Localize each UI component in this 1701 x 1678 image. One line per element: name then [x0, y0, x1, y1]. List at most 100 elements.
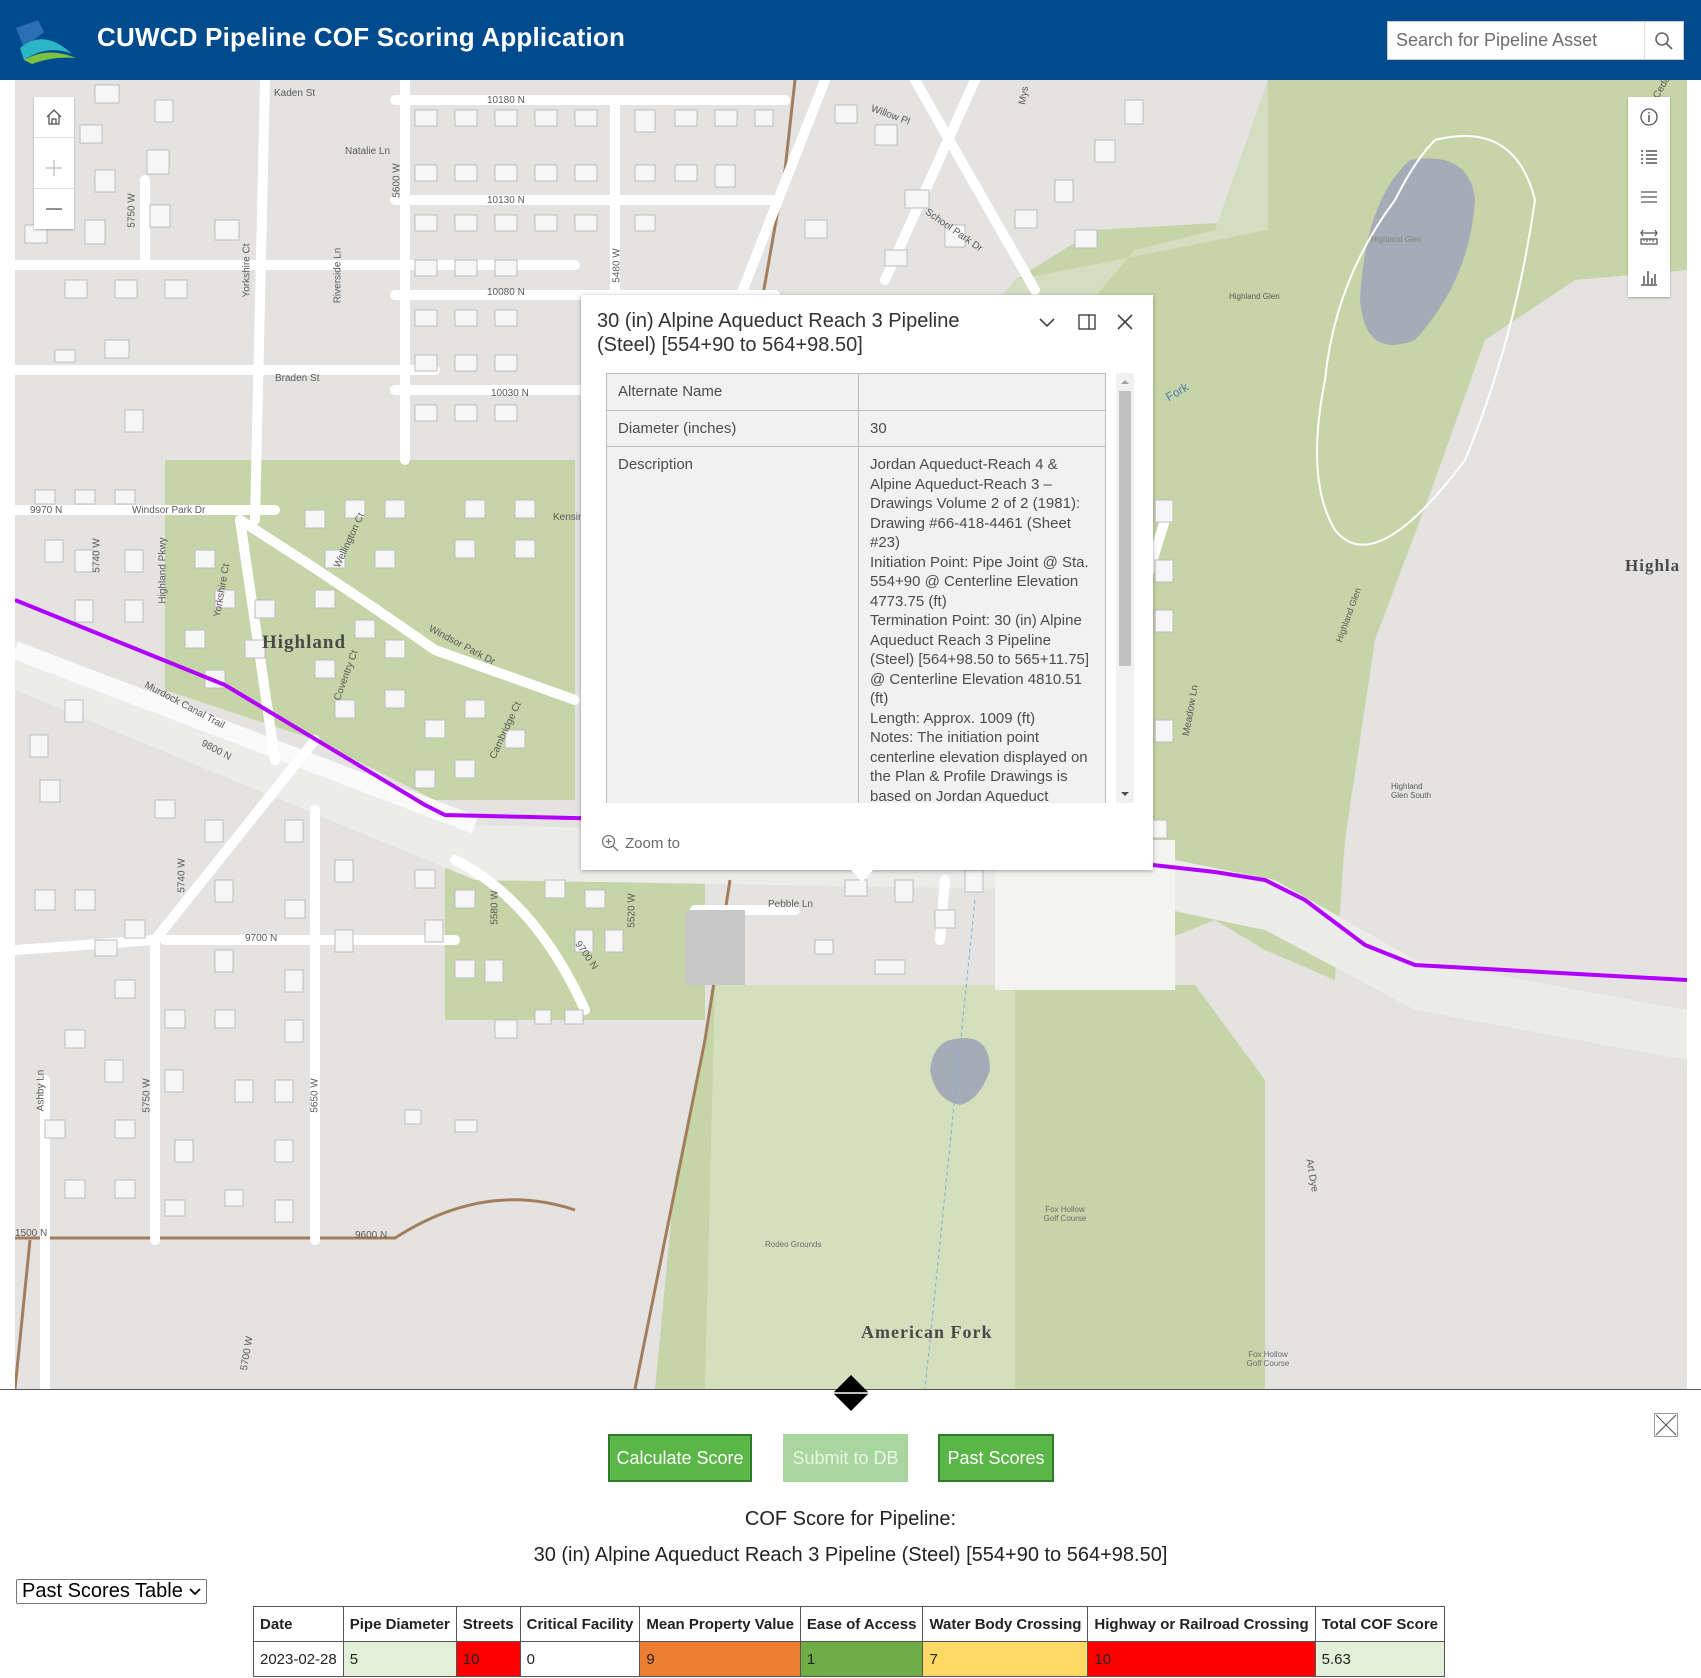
street-label: 9600 N — [355, 1230, 388, 1241]
street-label: 10030 N — [491, 388, 529, 399]
street-label: Windsor Park Dr — [132, 505, 206, 516]
chart-button[interactable] — [1628, 257, 1670, 297]
street-label: 9970 N — [30, 505, 63, 516]
table-cell: 9 — [639, 1641, 801, 1677]
panel-resize-handle[interactable] — [831, 1373, 871, 1413]
table-cell: 10 — [1087, 1641, 1316, 1677]
attribute-value — [858, 373, 1106, 411]
search-input[interactable] — [1388, 22, 1646, 59]
map-zoom-controls — [34, 97, 74, 229]
column-header: Pipe Diameter — [342, 1606, 457, 1642]
scroll-down-icon — [1121, 792, 1129, 796]
app-title: CUWCD Pipeline COF Scoring Application — [97, 22, 626, 52]
street-label: Highland Pkwy — [157, 537, 169, 604]
attribute-key: Diameter (inches) — [606, 409, 859, 447]
street-label: Kensin — [553, 512, 584, 523]
street-label: 1500 N — [15, 1228, 48, 1239]
street-label: Highland Glen — [1229, 292, 1280, 301]
attribute-value: Jordan Aqueduct-Reach 4 & Alpine Aqueduc… — [858, 446, 1106, 803]
search-box[interactable] — [1387, 21, 1684, 60]
layer-list-button[interactable] — [1628, 177, 1670, 217]
popup-close-button[interactable] — [1112, 309, 1138, 335]
street-label: Braden St — [275, 373, 320, 384]
popup-attribute-table: Alternate Name Diameter (inches) 30 Desc… — [606, 373, 1106, 803]
column-header: Ease of Access — [799, 1606, 924, 1642]
street-label: Pebble Ln — [768, 899, 814, 910]
place-label-american-fork: American Fork — [861, 1322, 993, 1342]
search-button[interactable] — [1644, 22, 1683, 59]
attribute-value: 30 — [858, 409, 1106, 447]
scroll-up-icon — [1121, 380, 1129, 384]
feature-popup: 30 (in) Alpine Aqueduct Reach 3 Pipeline… — [581, 295, 1153, 882]
zoom-gap — [34, 138, 74, 148]
info-icon — [1640, 108, 1658, 126]
street-label: 5600 W — [391, 163, 403, 198]
plus-icon — [46, 160, 62, 176]
info-button[interactable] — [1628, 97, 1670, 137]
table-cell: 1 — [799, 1641, 924, 1677]
app-header: CUWCD Pipeline COF Scoring Application — [0, 0, 1701, 80]
street-label: 9700 N — [245, 933, 278, 944]
dock-icon — [1078, 314, 1096, 330]
submit-to-db-button[interactable]: Submit to DB — [783, 1434, 908, 1482]
zoom-in-icon — [601, 834, 619, 852]
street-label: Highland Glen — [1371, 235, 1422, 244]
view-select-value: Past Scores Table — [22, 1580, 183, 1602]
popup-dock-button[interactable] — [1074, 309, 1100, 335]
table-cell: 0 — [519, 1641, 641, 1677]
column-header: Highway or Railroad Crossing — [1087, 1606, 1316, 1642]
minus-icon — [46, 208, 62, 210]
scroll-thumb[interactable] — [1119, 391, 1131, 666]
street-label: Fox Hollow Golf Course — [1043, 1205, 1087, 1223]
measure-button[interactable] — [1628, 217, 1670, 257]
column-header: Mean Property Value — [639, 1606, 801, 1642]
zoom-out-button[interactable] — [34, 189, 74, 229]
table-cell: 2023-02-28 — [253, 1641, 344, 1677]
past-scores-table: Date Pipe Diameter Streets Critical Faci… — [253, 1606, 1446, 1677]
map-widget-toolbar — [1628, 97, 1670, 297]
table-cell: 10 — [455, 1641, 521, 1677]
street-label: Ashby Ln — [35, 1069, 47, 1112]
popup-attribute-table-wrapper[interactable]: Alternate Name Diameter (inches) 30 Desc… — [606, 373, 1116, 803]
column-header: Water Body Crossing — [922, 1606, 1089, 1642]
past-scores-button[interactable]: Past Scores — [938, 1434, 1054, 1482]
zoom-in-button[interactable] — [34, 148, 74, 189]
calculate-score-button[interactable]: Calculate Score — [608, 1434, 752, 1482]
view-select[interactable]: Past Scores Table — [16, 1579, 207, 1604]
bar-chart-icon — [1641, 271, 1657, 286]
attribute-row: Alternate Name — [606, 373, 1106, 411]
street-label: 10180 N — [487, 95, 525, 106]
layer-list-icon — [1641, 191, 1657, 203]
zoom-to-action[interactable]: Zoom to — [601, 834, 680, 852]
street-label: 5580 W — [489, 890, 501, 925]
street-label: Rodeo Grounds — [765, 1240, 822, 1249]
street-label: 10080 N — [487, 287, 525, 298]
street-label: Yorkshire Ct — [241, 243, 253, 298]
attribute-key: Description — [606, 446, 859, 803]
street-label: 5650 W — [309, 1078, 321, 1113]
attribute-row: Diameter (inches) 30 — [606, 409, 1106, 447]
table-row: 2023-02-28 5 10 0 9 1 7 10 5.63 — [253, 1641, 1446, 1677]
street-label: Fox Hollow Golf Course — [1246, 1350, 1290, 1368]
place-label-highland: Highland — [262, 632, 347, 653]
street-label: Kaden St — [274, 88, 316, 99]
column-header: Total COF Score — [1314, 1606, 1446, 1642]
search-icon — [1655, 31, 1673, 50]
popup-title: 30 (in) Alpine Aqueduct Reach 3 Pipeline… — [597, 310, 960, 356]
chevron-down-icon — [1039, 318, 1055, 328]
column-header: Date — [253, 1606, 344, 1642]
street-label: 5750 W — [126, 193, 138, 228]
panel-close-button[interactable] — [1654, 1413, 1678, 1437]
street-label: 5520 W — [626, 893, 638, 928]
place-label-highland-east: Highla — [1625, 556, 1681, 575]
street-label: 5480 W — [611, 248, 623, 283]
close-icon — [1655, 1414, 1677, 1436]
legend-button[interactable] — [1628, 137, 1670, 177]
home-button[interactable] — [34, 97, 74, 138]
street-label: Highland Glen South — [1391, 782, 1432, 800]
measure-icon — [1640, 229, 1658, 245]
column-header: Streets — [455, 1606, 521, 1642]
popup-scrollbar[interactable] — [1116, 373, 1134, 803]
chevron-down-icon — [189, 1588, 201, 1596]
popup-collapse-button[interactable] — [1034, 309, 1060, 335]
